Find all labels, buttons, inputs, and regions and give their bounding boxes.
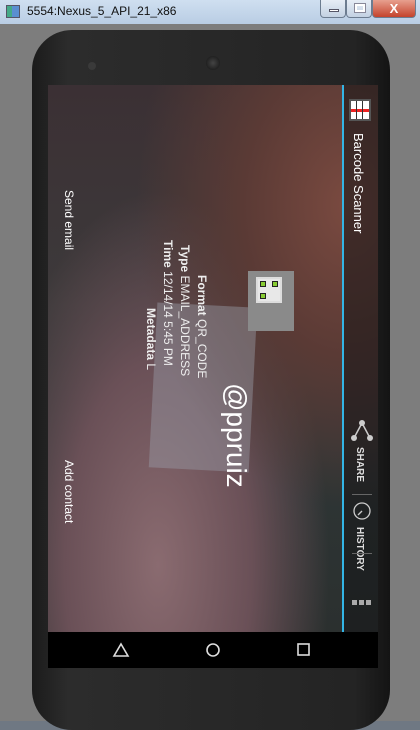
metadata-row: Metadata L <box>144 308 158 370</box>
front-camera <box>88 62 96 70</box>
type-value: EMAIL_ADDRESS <box>178 275 192 377</box>
barcode-scanner-logo-icon <box>349 99 371 121</box>
divider <box>352 494 372 495</box>
type-label: Type <box>178 245 192 273</box>
metadata-label: Metadata <box>144 308 158 361</box>
window-titlebar: 5554:Nexus_5_API_21_x86 X <box>0 0 420 24</box>
format-label: Format <box>195 275 209 316</box>
share-button[interactable]: SHARE <box>344 415 378 485</box>
format-row: Format QR_CODE <box>195 275 209 378</box>
navigation-bar <box>48 632 378 668</box>
overflow-menu-icon[interactable] <box>352 600 372 606</box>
format-value: QR_CODE <box>195 319 209 379</box>
divider <box>352 553 372 554</box>
metadata-value: L <box>144 363 158 371</box>
time-label: Time <box>161 240 175 268</box>
history-icon <box>353 502 371 520</box>
speaker <box>206 56 220 70</box>
history-button[interactable]: HISTORY <box>344 499 378 573</box>
home-icon[interactable] <box>205 642 221 658</box>
share-icon <box>351 420 373 441</box>
time-value: 12/14/14 5:45 PM <box>161 271 175 366</box>
window-title: 5554:Nexus_5_API_21_x86 <box>27 4 177 18</box>
back-icon[interactable] <box>112 642 130 658</box>
barcode-thumbnail <box>248 271 294 331</box>
minimize-button[interactable] <box>320 0 346 18</box>
screen: Send email Add contact Format QR_CODE Ty… <box>48 85 378 632</box>
type-row: Type EMAIL_ADDRESS <box>178 245 192 376</box>
app-icon <box>6 5 20 18</box>
time-row: Time 12/14/14 5:45 PM <box>161 240 175 366</box>
share-label: SHARE <box>354 447 365 483</box>
recents-icon[interactable] <box>296 642 312 658</box>
barcode-contents: @ppruiz <box>221 383 252 488</box>
close-button[interactable]: X <box>372 0 416 18</box>
add-contact-button[interactable]: Add contact <box>62 460 76 523</box>
history-label: HISTORY <box>354 527 365 571</box>
action-bar: Barcode Scanner SHARE HISTORY <box>342 85 378 632</box>
maximize-button[interactable] <box>346 0 372 18</box>
app-title: Barcode Scanner <box>351 133 366 234</box>
send-email-button[interactable]: Send email <box>62 190 76 250</box>
